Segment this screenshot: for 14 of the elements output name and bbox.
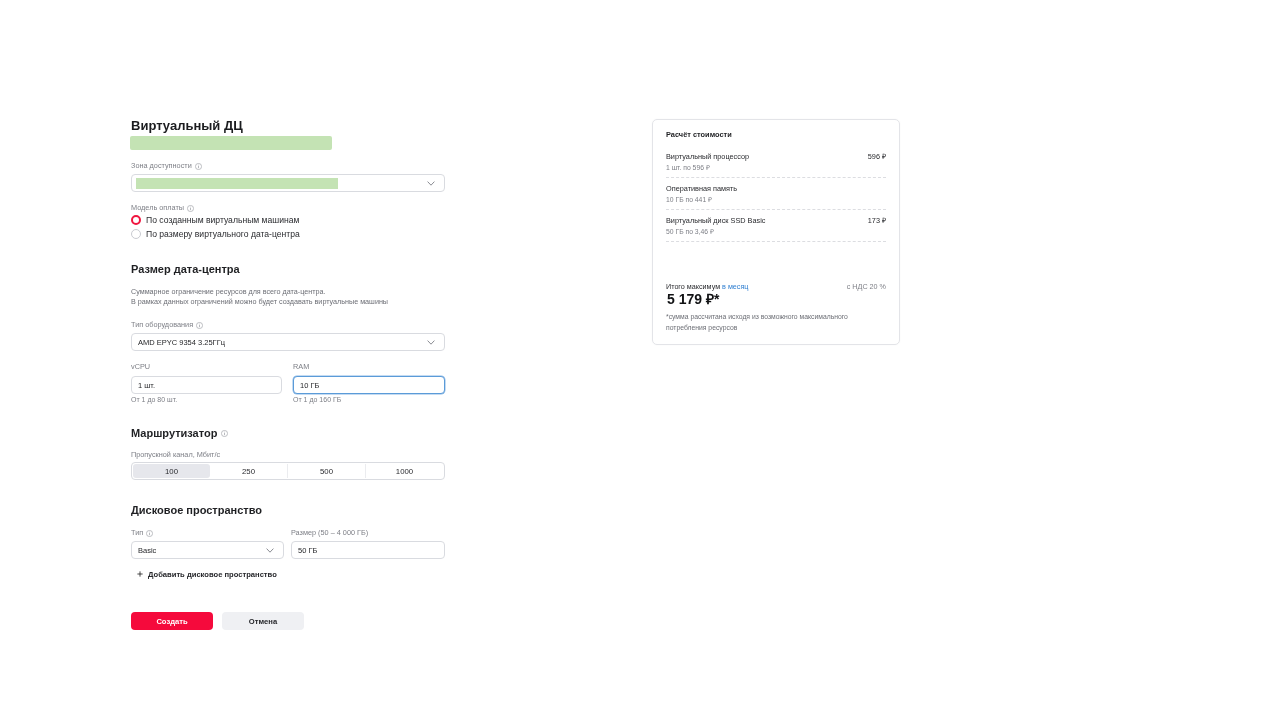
section-heading: Размер дата-центра [131,262,240,276]
chevron-icon [266,547,274,553]
zone-dropdown[interactable] [131,174,445,192]
total-amount: 5 179 ₽* [667,292,720,307]
radio-button[interactable] [131,229,141,239]
radio-label: По размеру виртуального дата-центра [146,228,300,240]
plus-icon [137,571,143,577]
radio-label: По созданным виртуальным машинам [146,214,300,226]
chevron-icon [427,339,435,345]
page-title: Виртуальный ДЦ [131,118,243,134]
section-heading: Дисковое пространство [131,503,263,517]
chevron-icon [427,180,435,186]
radio-button[interactable] [131,215,141,225]
section-heading: Маршрутизатор [131,426,218,440]
